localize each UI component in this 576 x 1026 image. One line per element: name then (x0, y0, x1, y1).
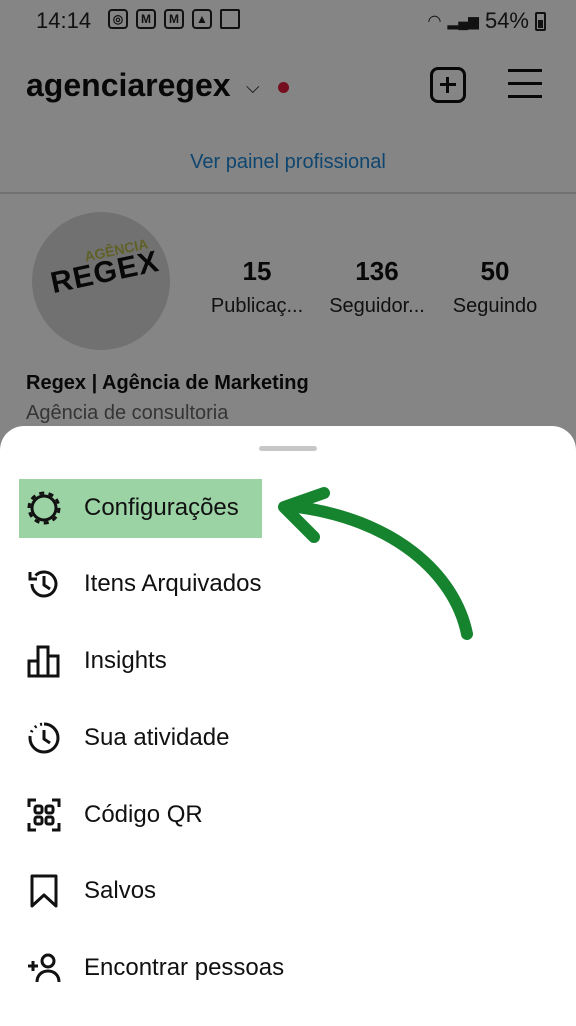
green-arrow-annotation (278, 487, 473, 640)
screen: 14:14 ◎ M M ▲ ◠ ▂▄▆ 54% agenciaregex ⌵ V… (0, 0, 576, 1026)
